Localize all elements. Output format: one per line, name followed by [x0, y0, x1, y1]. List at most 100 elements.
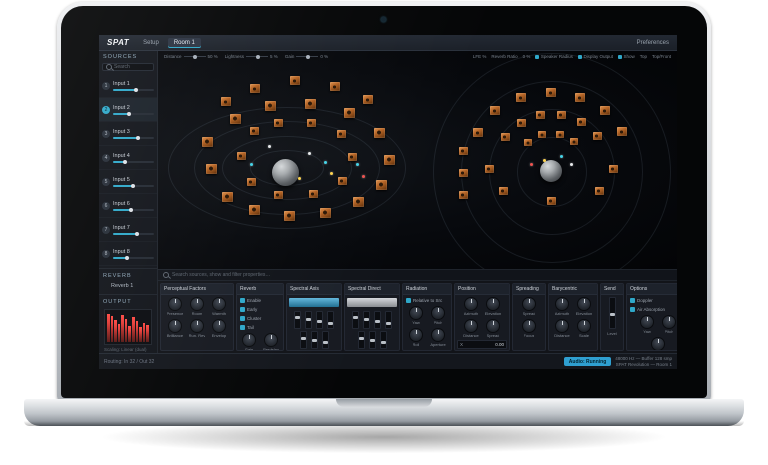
- mini-fader[interactable]: [327, 311, 334, 329]
- speaker-icon[interactable]: [305, 99, 316, 109]
- fader-thumb[interactable]: [328, 322, 333, 325]
- knob[interactable]: [168, 297, 182, 311]
- knob[interactable]: [409, 328, 423, 342]
- speaker-icon[interactable]: [221, 97, 231, 106]
- source-dot[interactable]: [330, 172, 333, 175]
- speaker-icon[interactable]: [274, 191, 283, 199]
- speaker-icon[interactable]: [374, 128, 385, 138]
- slider-track[interactable]: [246, 56, 268, 57]
- knob[interactable]: [264, 333, 278, 347]
- knob[interactable]: [522, 319, 536, 333]
- reverb-group-title[interactable]: REVERB: [99, 268, 157, 281]
- slider-thumb[interactable]: [306, 55, 310, 59]
- mini-fader[interactable]: [363, 311, 370, 329]
- speaker-icon[interactable]: [247, 178, 256, 186]
- slider-track[interactable]: [296, 56, 318, 57]
- knob[interactable]: [577, 297, 591, 311]
- spectral-bar[interactable]: [289, 298, 339, 307]
- toggle-early[interactable]: Early: [239, 306, 281, 313]
- toggle-enable[interactable]: Enable: [239, 297, 281, 304]
- source-dot[interactable]: [324, 161, 327, 164]
- speaker-icon[interactable]: [274, 119, 283, 127]
- speaker-icon[interactable]: [575, 93, 585, 102]
- speaker-icon[interactable]: [524, 139, 532, 146]
- source-row[interactable]: 8Input 8: [99, 242, 157, 266]
- speaker-icon[interactable]: [556, 131, 564, 138]
- source-dot[interactable]: [362, 175, 365, 178]
- source-level-slider[interactable]: [113, 233, 154, 235]
- speaker-icon[interactable]: [538, 131, 546, 138]
- reverb-item[interactable]: Reverb 1: [99, 281, 157, 292]
- fader-thumb[interactable]: [353, 316, 358, 319]
- fader-thumb[interactable]: [317, 320, 322, 323]
- speaker-icon[interactable]: [348, 153, 357, 161]
- speaker-icon[interactable]: [384, 155, 395, 165]
- mini-fader[interactable]: [385, 311, 392, 329]
- mini-fader[interactable]: [380, 331, 387, 349]
- fader-thumb[interactable]: [306, 318, 311, 321]
- speaker-icon[interactable]: [206, 164, 217, 174]
- knob[interactable]: [522, 297, 536, 311]
- speaker-icon[interactable]: [265, 101, 276, 111]
- source-dot[interactable]: [308, 152, 311, 155]
- speaker-icon[interactable]: [546, 88, 556, 97]
- fader-thumb[interactable]: [386, 322, 391, 325]
- mini-fader[interactable]: [352, 311, 359, 329]
- fader-thumb[interactable]: [364, 318, 369, 321]
- viewport-option-display-output[interactable]: Display Output: [578, 54, 613, 59]
- slider-thumb[interactable]: [193, 55, 197, 59]
- speaker-icon[interactable]: [501, 133, 510, 141]
- source-level-slider[interactable]: [113, 113, 154, 115]
- mini-fader[interactable]: [369, 331, 376, 349]
- slider-thumb[interactable]: [125, 256, 129, 260]
- speaker-icon[interactable]: [459, 169, 468, 177]
- knob[interactable]: [555, 319, 569, 333]
- toggle-doppler[interactable]: Doppler: [629, 297, 677, 304]
- speaker-icon[interactable]: [250, 84, 260, 93]
- speaker-icon[interactable]: [516, 93, 526, 102]
- slider-thumb[interactable]: [135, 232, 139, 236]
- speaker-icon[interactable]: [557, 111, 566, 119]
- toggle-cluster[interactable]: Cluster: [239, 315, 281, 322]
- knob[interactable]: [651, 337, 665, 351]
- speaker-icon[interactable]: [459, 191, 468, 199]
- viewport-slider-distance[interactable]: Distance50 %: [164, 54, 218, 59]
- speaker-icon[interactable]: [249, 205, 260, 215]
- speaker-icon[interactable]: [202, 137, 213, 147]
- knob[interactable]: [168, 319, 182, 333]
- source-level-slider[interactable]: [113, 161, 154, 163]
- speaker-icon[interactable]: [230, 114, 241, 124]
- viewport-option-speaker-radius[interactable]: Speaker Radius: [535, 54, 573, 59]
- speaker-icon[interactable]: [363, 95, 373, 104]
- speaker-icon[interactable]: [459, 147, 468, 155]
- source-search-input[interactable]: Search: [102, 63, 154, 71]
- fader-thumb[interactable]: [381, 341, 386, 344]
- source-level-slider[interactable]: [113, 137, 154, 139]
- speaker-icon[interactable]: [609, 165, 618, 173]
- speaker-icon[interactable]: [290, 76, 300, 85]
- knob[interactable]: [577, 319, 591, 333]
- knob[interactable]: [212, 297, 226, 311]
- fader-thumb[interactable]: [359, 337, 364, 340]
- slider-thumb[interactable]: [256, 55, 260, 59]
- speaker-icon[interactable]: [222, 192, 233, 202]
- knob[interactable]: [190, 319, 204, 333]
- output-group-title[interactable]: OUTPUT: [99, 294, 157, 307]
- source-row[interactable]: 4Input 4: [99, 146, 157, 170]
- knob[interactable]: [486, 319, 500, 333]
- fader-thumb[interactable]: [312, 339, 317, 342]
- speaker-icon[interactable]: [490, 106, 500, 115]
- source-row[interactable]: 2Input 2: [99, 98, 157, 122]
- mini-fader[interactable]: [374, 311, 381, 329]
- mini-fader[interactable]: [316, 311, 323, 329]
- speaker-icon[interactable]: [284, 211, 295, 221]
- speaker-icon[interactable]: [344, 108, 355, 118]
- knob[interactable]: [555, 297, 569, 311]
- speaker-icon[interactable]: [307, 119, 316, 127]
- speaker-icon[interactable]: [237, 152, 246, 160]
- speaker-icon[interactable]: [593, 132, 602, 140]
- source-dot[interactable]: [250, 163, 253, 166]
- speaker-icon[interactable]: [595, 187, 604, 195]
- mini-fader[interactable]: [322, 331, 329, 349]
- speaker-icon[interactable]: [330, 82, 340, 91]
